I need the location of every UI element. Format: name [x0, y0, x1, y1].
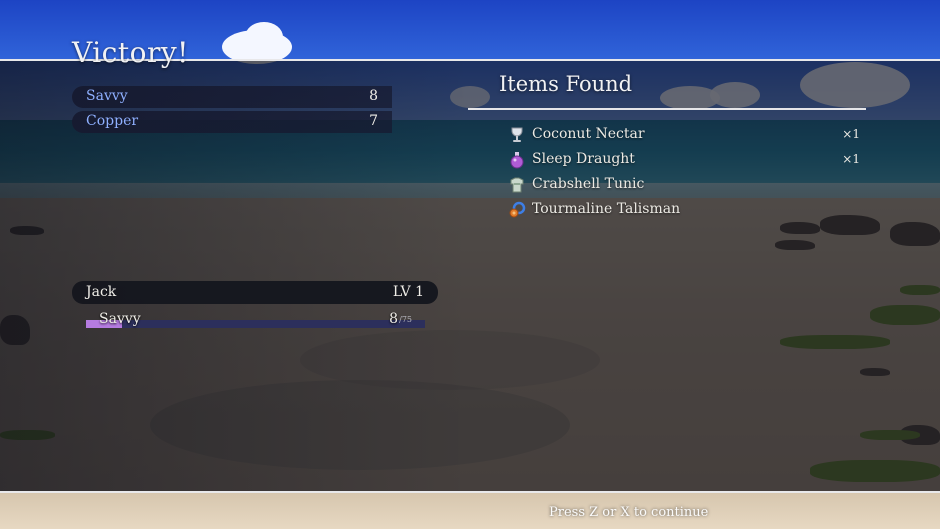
reward-label: Copper	[86, 113, 139, 129]
character-name: Jack	[86, 284, 117, 300]
talisman-icon	[509, 201, 526, 218]
item-name: Sleep Draught	[532, 151, 635, 167]
character-row: Jack LV 1	[72, 281, 438, 304]
stat-current: 8	[389, 311, 398, 327]
continue-hint: Press Z or X to continue	[549, 505, 709, 520]
item-quantity: ×1	[842, 127, 860, 141]
item-quantity: ×1	[842, 152, 860, 166]
stat-max: /75	[399, 315, 412, 324]
reward-value: 7	[369, 113, 378, 129]
reward-row-copper: Copper 7	[72, 111, 392, 133]
reward-row-savvy: Savvy 8	[72, 86, 392, 108]
goblet-icon	[511, 127, 523, 142]
bottom-band	[0, 493, 940, 529]
armor-icon	[510, 177, 524, 193]
cloud	[245, 22, 283, 52]
item-row: Coconut Nectar ×1	[508, 124, 868, 146]
reward-value: 8	[369, 88, 378, 104]
item-row: Sleep Draught ×1	[508, 149, 868, 171]
item-name: Tourmaline Talisman	[532, 201, 681, 217]
item-row: Crabshell Tunic	[508, 174, 868, 196]
stat-progress: Savvy 8 /75	[86, 311, 426, 331]
items-found-title: Items Found	[499, 72, 633, 96]
item-name: Coconut Nectar	[532, 126, 645, 142]
victory-title: Victory!	[72, 36, 189, 69]
items-divider	[468, 108, 866, 110]
stat-label: Savvy	[99, 311, 141, 327]
reward-label: Savvy	[86, 88, 128, 104]
character-level: LV 1	[392, 284, 424, 300]
potion-icon	[510, 152, 524, 169]
item-name: Crabshell Tunic	[532, 176, 645, 192]
item-row: Tourmaline Talisman	[508, 199, 868, 221]
